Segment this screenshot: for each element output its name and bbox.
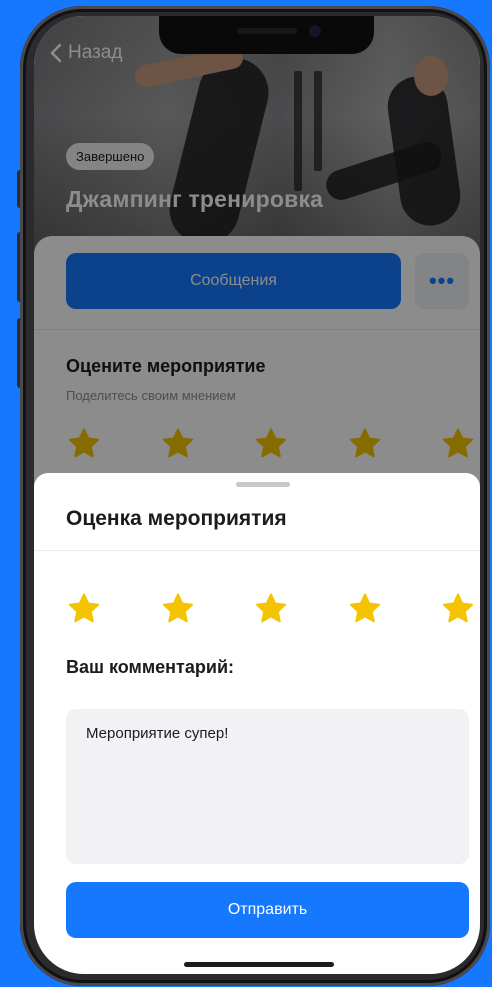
home-indicator[interactable] [184, 962, 334, 967]
sheet-grabber[interactable] [236, 482, 290, 487]
rating-bottom-sheet: Оценка мероприятия Ваш комментарий: Меро… [34, 473, 480, 974]
star-icon[interactable] [66, 591, 102, 627]
comment-label: Ваш комментарий: [66, 657, 235, 677]
stage: Назад Завершено Джампинг тренировка Сооб… [0, 0, 492, 987]
star-icon[interactable] [347, 591, 383, 627]
sheet-title: Оценка мероприятия [66, 507, 287, 530]
submit-button[interactable]: Отправить [66, 882, 469, 938]
star-icon[interactable] [253, 591, 289, 627]
star-icon[interactable] [160, 591, 196, 627]
sheet-divider [34, 550, 480, 551]
phone-screen: Назад Завершено Джампинг тренировка Сооб… [34, 16, 480, 974]
comment-input[interactable]: Мероприятие супер! [66, 709, 469, 864]
star-icon[interactable] [440, 591, 476, 627]
rating-stars [66, 591, 476, 627]
